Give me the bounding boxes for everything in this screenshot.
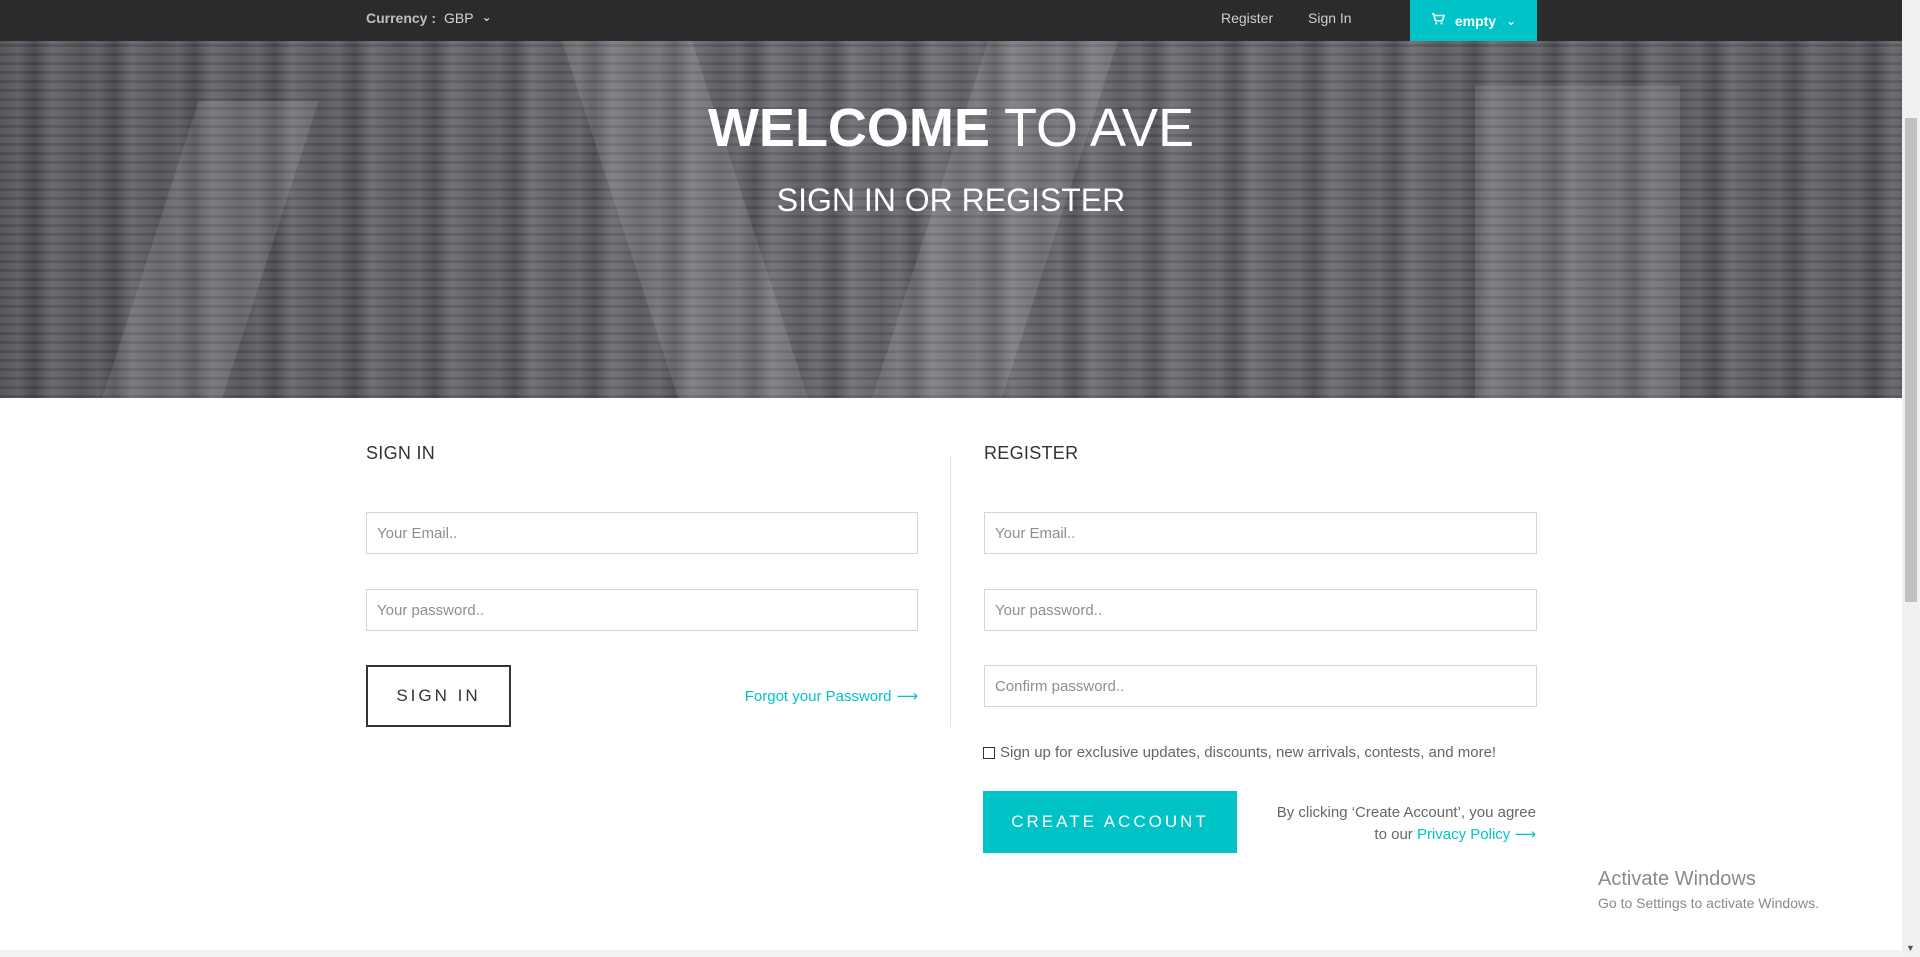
page-subtitle: SIGN IN OR REGISTER bbox=[776, 182, 1126, 218]
register-password-input[interactable] bbox=[984, 589, 1537, 631]
privacy-notice: By clicking ‘Create Account’, you agree … bbox=[1240, 802, 1536, 846]
sign-in-button[interactable]: SIGN IN bbox=[366, 665, 511, 727]
signin-email-input[interactable] bbox=[366, 512, 918, 554]
windows-activation-watermark: Activate Windows Go to Settings to activ… bbox=[1598, 868, 1819, 911]
scrollbar-thumb[interactable] bbox=[1905, 118, 1917, 602]
column-divider bbox=[950, 455, 951, 727]
hero-decoration bbox=[562, 41, 808, 398]
privacy-notice-prefix: to our bbox=[1374, 826, 1417, 843]
signin-password-input[interactable] bbox=[366, 589, 918, 631]
arrow-right-icon: ⟶ bbox=[896, 688, 918, 705]
title-bold: WELCOME bbox=[707, 98, 990, 158]
watermark-subtitle: Go to Settings to activate Windows. bbox=[1598, 895, 1819, 911]
cart-icon bbox=[1431, 12, 1446, 29]
register-confirm-password-input[interactable] bbox=[984, 665, 1537, 707]
sign-in-link[interactable]: Sign In bbox=[1308, 10, 1352, 26]
title-rest: TO AVE bbox=[989, 98, 1195, 158]
newsletter-option: Sign up for exclusive updates, discounts… bbox=[983, 744, 1496, 761]
hero-banner: WELCOME TO AVE SIGN IN OR REGISTER bbox=[0, 41, 1902, 398]
register-title: REGISTER bbox=[984, 443, 1079, 463]
page-scrollbar[interactable]: ▼ bbox=[1902, 0, 1920, 957]
signin-title: SIGN IN bbox=[366, 443, 436, 463]
arrow-right-icon: ⟶ bbox=[1514, 826, 1536, 843]
watermark-title: Activate Windows bbox=[1598, 868, 1756, 890]
footer-strip bbox=[0, 950, 1902, 957]
chevron-down-icon[interactable]: ⌄ bbox=[482, 10, 492, 24]
newsletter-checkbox[interactable] bbox=[983, 746, 995, 759]
currency-value[interactable]: GBP bbox=[444, 10, 474, 26]
privacy-notice-line1: By clicking ‘Create Account’, you agree bbox=[1276, 804, 1536, 821]
currency-selector[interactable]: Currency : GBP ⌄ bbox=[366, 10, 492, 26]
scroll-down-arrow-icon[interactable]: ▼ bbox=[1906, 943, 1915, 953]
page-title: WELCOME TO AVE bbox=[0, 97, 1902, 159]
forgot-password-label: Forgot your Password bbox=[744, 687, 892, 705]
top-bar: Currency : GBP ⌄ Register Sign In empty … bbox=[0, 0, 1902, 41]
hero-decoration bbox=[872, 41, 1118, 398]
forgot-password-link[interactable]: Forgot your Password ⟶ bbox=[744, 687, 918, 706]
register-link[interactable]: Register bbox=[1221, 10, 1273, 26]
cart-button[interactable]: empty ⌄ bbox=[1410, 0, 1537, 41]
register-email-input[interactable] bbox=[984, 512, 1537, 554]
newsletter-label: Sign up for exclusive updates, discounts… bbox=[1000, 744, 1497, 761]
currency-label: Currency : bbox=[366, 10, 437, 26]
create-account-button[interactable]: CREATE ACCOUNT bbox=[983, 791, 1237, 853]
chevron-down-icon: ⌄ bbox=[1506, 13, 1517, 28]
privacy-policy-link[interactable]: Privacy Policy bbox=[1417, 826, 1510, 843]
privacy-notice-line2: to our Privacy Policy ⟶ bbox=[1240, 824, 1536, 846]
cart-label: empty bbox=[1454, 12, 1497, 29]
